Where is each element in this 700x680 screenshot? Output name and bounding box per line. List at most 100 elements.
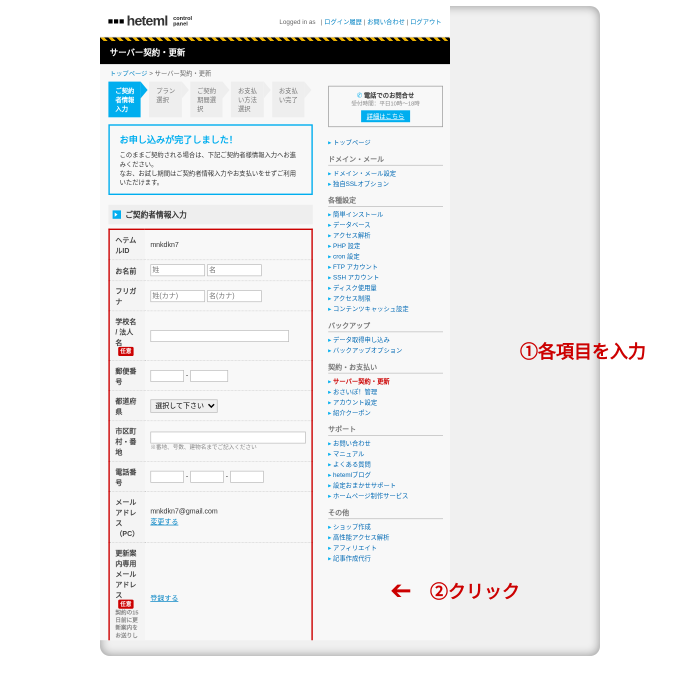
brand-logo: heteml controlpanel (108, 13, 192, 29)
top-links: Logged in as | ログイン履歴 | お問い合わせ | ログアウト (279, 17, 441, 26)
sidebar-link[interactable]: データベース (333, 222, 370, 229)
sidebar-link[interactable]: よくある質問 (333, 461, 371, 468)
sidebar-link[interactable]: 独自SSLオプション (333, 180, 389, 187)
sidebar-link[interactable]: ホームページ制作サービス (333, 493, 408, 500)
tel3-input[interactable] (230, 470, 264, 482)
sidebar-item: 独自SSLオプション (328, 178, 443, 189)
tel-box: ✆ 電話でのお問合せ 受付時間：平日10時〜18時 詳細はこちら (328, 86, 443, 127)
sidebar-item: 高性能アクセス解析 (328, 532, 443, 543)
login-history-link[interactable]: ログイン履歴 (324, 18, 362, 25)
sidebar-link[interactable]: 紹介クーポン (333, 409, 371, 416)
annotation-1: ①各項目を入力 (520, 338, 646, 364)
org-input[interactable] (150, 330, 289, 342)
sidebar-item: cron 設定 (328, 251, 443, 262)
lbl-id: ヘテムルID (109, 229, 145, 259)
sidebar: ✆ 電話でのお問合せ 受付時間：平日10時〜18時 詳細はこちら トップページ … (321, 82, 450, 568)
sidebar-link[interactable]: コンテンツキャッシュ設定 (333, 306, 409, 313)
val-id: mnkdkn7 (145, 229, 312, 259)
sidebar-link[interactable]: 高性能アクセス解析 (333, 534, 389, 541)
sidebar-item: データベース (328, 220, 443, 231)
sidebar-link[interactable]: 簡単インストール (333, 211, 383, 218)
step-3: ご契約期間選択 (190, 82, 222, 118)
sidebar-item: データ取得申し込み (328, 334, 443, 345)
notice-box: お申し込みが完了しました！ このままご契約される場合は、下記ご契約者様情報入力へ… (108, 124, 312, 195)
step-1: ご契約者情報入力 (108, 82, 140, 118)
name-sei-input[interactable] (150, 264, 205, 276)
page-title: サーバー契約・更新 (100, 41, 450, 64)
section-header: ご契約者情報入力 (108, 205, 312, 225)
sidebar-item: お問い合わせ (328, 438, 443, 449)
sidebar-item: ディスク使用量 (328, 283, 443, 294)
sidebar-link[interactable]: お問い合わせ (333, 440, 371, 447)
breadcrumb: トップページ > サーバー契約・更新 (100, 64, 450, 82)
sidebar-item: SSH アカウント (328, 272, 443, 283)
logout-link[interactable]: ログアウト (410, 18, 442, 25)
sidebar-item: ドメイン・メール設定 (328, 168, 443, 179)
sidebar-link[interactable]: FTP アカウント (333, 264, 378, 271)
sidebar-item: マニュアル (328, 448, 443, 459)
sidebar-link[interactable]: バックアップオプション (333, 347, 402, 354)
sidebar-item: アフィリエイト (328, 542, 443, 553)
sidebar-item: 記事作成代行 (328, 553, 443, 564)
sidebar-item: トップページ (328, 137, 443, 148)
step-4: お支払い方法選択 (231, 82, 263, 118)
sidebar-link[interactable]: 記事作成代行 (333, 555, 371, 562)
sidebar-link[interactable]: hetemlブログ (333, 472, 371, 479)
sidebar-item: 設定おまかせサポート (328, 480, 443, 491)
notice-title: お申し込みが完了しました！ (120, 133, 302, 146)
sidebar-link[interactable]: アフィリエイト (333, 544, 377, 551)
name-mei-input[interactable] (207, 264, 262, 276)
phone-icon: ✆ (357, 92, 362, 99)
sidebar-link[interactable]: cron 設定 (333, 253, 360, 260)
change-mail-link[interactable]: 変更する (150, 518, 178, 526)
sidebar-link[interactable]: アクセス解析 (333, 232, 370, 239)
sidebar-link[interactable]: アクセス制限 (333, 295, 370, 302)
top-bar: heteml controlpanel Logged in as | ログイン履… (100, 6, 450, 38)
breadcrumb-top[interactable]: トップページ (110, 70, 148, 77)
sidebar-item: コンテンツキャッシュ設定 (328, 304, 443, 315)
sidebar-item: サーバー契約・更新 (328, 376, 443, 387)
sidebar-link[interactable]: マニュアル (333, 451, 364, 458)
arrow-icon: ➔ (390, 575, 412, 606)
sidebar-item: PHP 設定 (328, 241, 443, 252)
sidebar-link[interactable]: 設定おまかせサポート (333, 482, 396, 489)
tel2-input[interactable] (190, 470, 224, 482)
zip1-input[interactable] (150, 370, 184, 382)
city-input[interactable] (150, 431, 305, 443)
sidebar-link[interactable]: サーバー契約・更新 (333, 378, 390, 385)
sidebar-link[interactable]: データ取得申し込み (333, 336, 390, 343)
logged-in-label: Logged in as (279, 18, 315, 25)
sidebar-item: ショップ作成 (328, 521, 443, 532)
sidebar-item: 紹介クーポン (328, 407, 443, 418)
kana-mei-input[interactable] (207, 290, 262, 302)
kana-sei-input[interactable] (150, 290, 205, 302)
sidebar-item: よくある質問 (328, 459, 443, 470)
sidebar-item: おさいぽ！管理 (328, 386, 443, 397)
sidebar-link[interactable]: PHP 設定 (333, 243, 360, 250)
sidebar-link[interactable]: SSH アカウント (333, 274, 379, 281)
step-2: プラン選択 (149, 82, 181, 118)
sidebar-item: アクセス解析 (328, 230, 443, 241)
sidebar-link[interactable]: ディスク使用量 (333, 285, 377, 292)
sidebar-item: アクセス制限 (328, 293, 443, 304)
sidebar-link[interactable]: トップページ (333, 139, 371, 146)
contact-link[interactable]: お問い合わせ (367, 18, 405, 25)
tel1-input[interactable] (150, 470, 184, 482)
sidebar-link[interactable]: おさいぽ！管理 (333, 388, 377, 395)
zip2-input[interactable] (190, 370, 228, 382)
sidebar-link[interactable]: アカウント設定 (333, 399, 377, 406)
sidebar-item: hetemlブログ (328, 469, 443, 480)
sidebar-item: ホームページ制作サービス (328, 490, 443, 501)
tel-more-link[interactable]: 詳細はこちら (361, 110, 410, 122)
chevron-right-icon (113, 210, 121, 218)
contract-form: ヘテムルID mnkdkn7 お名前 フリガナ 学校名 / 法人名任意 郵便番号 (108, 229, 312, 641)
step-indicator: ご契約者情報入力 プラン選択 ご契約期間選択 お支払い方法選択 お支払い完了 (108, 82, 312, 118)
sidebar-link[interactable]: ショップ作成 (333, 523, 371, 530)
sidebar-link[interactable]: ドメイン・メール設定 (333, 170, 396, 177)
annotation-2: ②クリック (430, 578, 520, 604)
sidebar-item: アカウント設定 (328, 397, 443, 408)
step-5: お支払い完了 (272, 82, 304, 118)
pref-select[interactable]: 選択して下さい (150, 399, 217, 412)
register-update-mail-link[interactable]: 登録する (150, 595, 178, 603)
sidebar-item: FTP アカウント (328, 262, 443, 273)
